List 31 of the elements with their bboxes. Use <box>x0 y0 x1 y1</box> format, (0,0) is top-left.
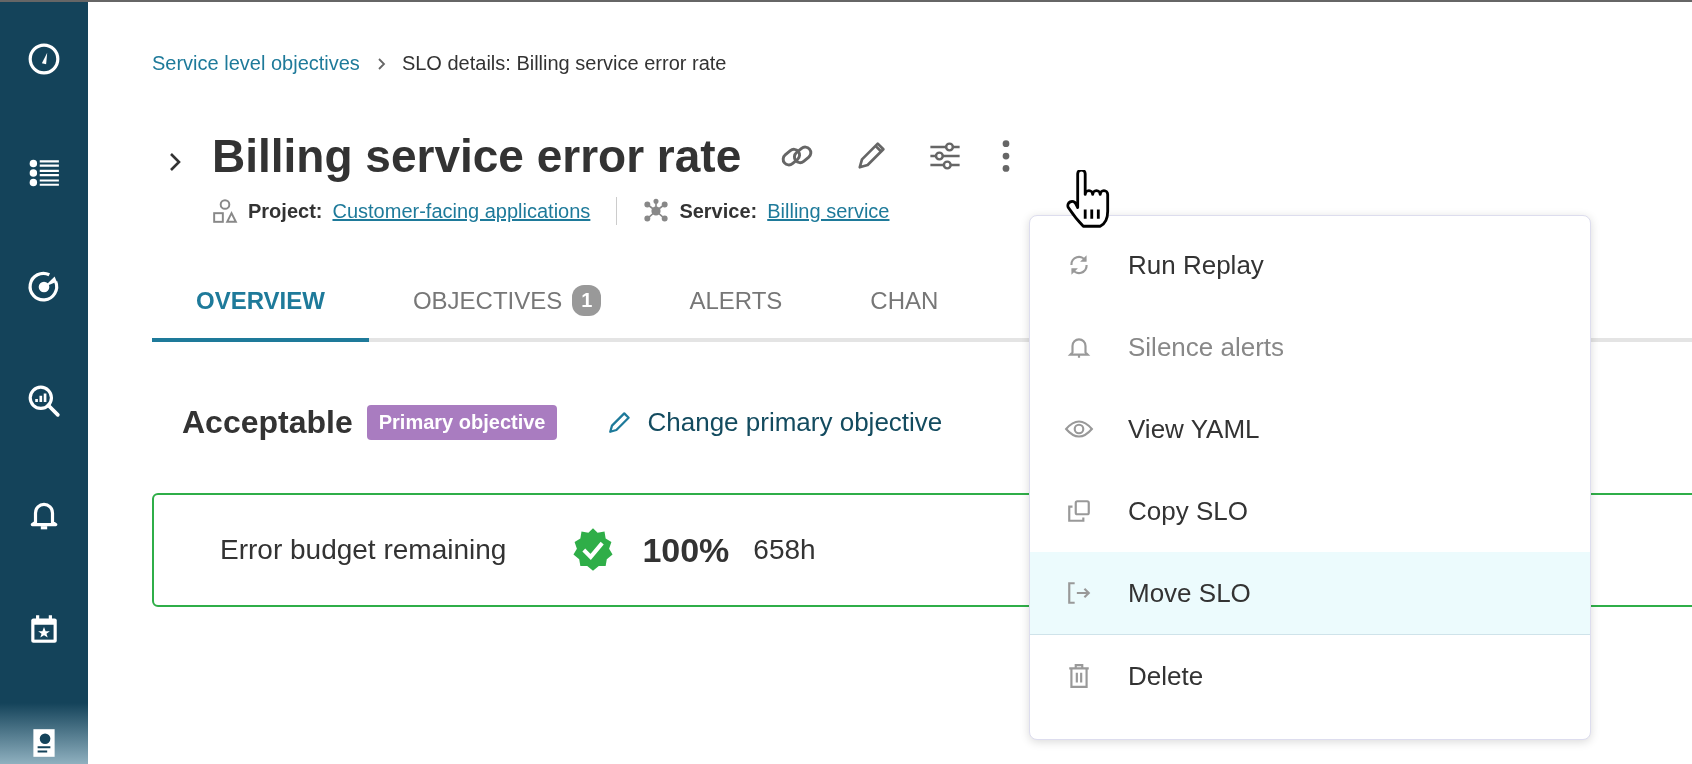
budget-hours: 658h <box>753 534 816 566</box>
meta-label: Project: <box>248 199 323 223</box>
target-icon[interactable] <box>27 270 61 304</box>
breadcrumb-current: SLO details: Billing service error rate <box>401 52 727 75</box>
search-icon[interactable] <box>27 384 61 418</box>
menu-item[interactable]: Run Replay <box>1030 224 1590 306</box>
tab[interactable]: OVERVIEW <box>152 273 369 342</box>
network-icon <box>643 198 670 224</box>
change-objective-link[interactable]: Change primary objective <box>647 407 943 438</box>
meta-link[interactable]: Customer-facing applications <box>332 199 591 223</box>
tab[interactable]: CHAN <box>826 273 983 342</box>
tab[interactable]: ALERTS <box>645 273 827 342</box>
budget-percent: 100% <box>642 530 730 570</box>
menu-item[interactable]: View YAML <box>1030 388 1590 470</box>
budget-label: Error budget remaining <box>220 534 507 566</box>
objective-tag: Primary objective <box>366 405 558 440</box>
meta-label: Service: <box>679 199 758 223</box>
chevron-right-icon <box>375 56 386 71</box>
gauge-icon[interactable] <box>27 42 61 76</box>
shapes-icon <box>212 198 238 224</box>
more-icon[interactable] <box>1001 138 1012 174</box>
menu-item[interactable]: Move SLO <box>1030 552 1590 635</box>
count-badge: 1 <box>572 285 602 316</box>
chevron-right-icon[interactable] <box>168 151 182 173</box>
breadcrumb-link[interactable]: Service level objectives <box>152 52 360 75</box>
meta-link[interactable]: Billing service <box>767 199 890 223</box>
page-title: Billing service error rate <box>212 129 742 183</box>
tab[interactable]: OBJECTIVES 1 <box>368 273 646 342</box>
objective-name: Acceptable <box>182 404 353 441</box>
menu-item[interactable]: Delete <box>1030 635 1590 717</box>
menu-item[interactable]: Copy SLO <box>1030 470 1590 552</box>
